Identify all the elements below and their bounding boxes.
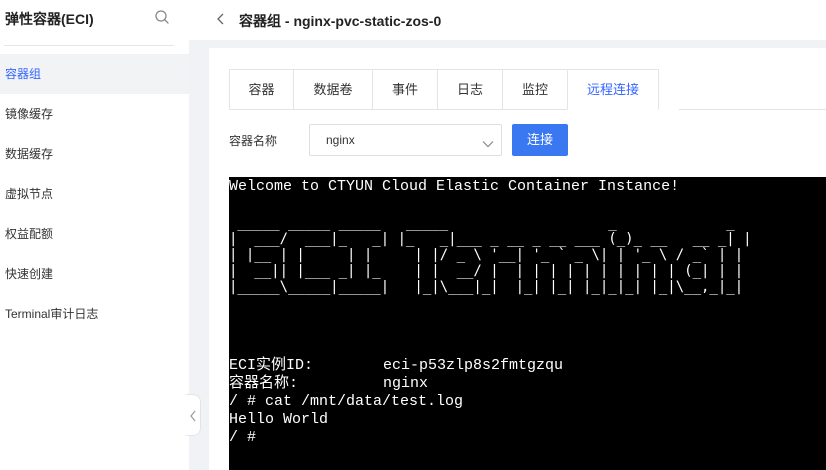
sidebar-item-virtual-node[interactable]: 虚拟节点 [0,174,189,214]
sidebar-nav: 容器组 镜像缓存 数据缓存 虚拟节点 权益配额 快速创建 Terminal审计日… [0,54,189,334]
sidebar-title: 弹性容器(ECI) [5,11,94,27]
tab-logs[interactable]: 日志 [437,69,502,110]
sidebar-item-data-cache[interactable]: 数据缓存 [0,134,189,174]
sidebar-item-terminal-audit-log[interactable]: Terminal审计日志 [0,294,189,334]
page-title: 容器组 - nginx-pvc-static-zos-0 [239,13,442,29]
connect-button[interactable]: 连接 [512,124,568,156]
container-select-value: nginx [326,133,355,147]
sidebar-header: 弹性容器(ECI) [0,0,189,46]
terminal-prompt: / # [229,429,257,446]
main-content: 容器组 - nginx-pvc-static-zos-0 容器 数据卷 事件 日… [189,0,826,470]
sidebar-item-container-group[interactable]: 容器组 [0,54,189,94]
terminal-name-label: 容器名称: [229,375,299,392]
page-header: 容器组 - nginx-pvc-static-zos-0 [189,0,826,40]
terminal-id-value: eci-p53zlp8s2fmtgzqu [383,357,564,374]
terminal-command: / # cat /mnt/data/test.log [229,393,464,410]
container-select[interactable]: nginx [309,124,502,156]
terminal-banner: _____ _____ _____ _____ _ _ | ___/ ___|_… [229,215,752,295]
terminal-id-line: ECI实例ID: eci-p53zlp8s2fmtgzqu [229,357,563,375]
terminal-name-line: 容器名称: nginx [229,375,428,393]
container-name-label: 容器名称 [229,134,278,148]
tab-remote-connection[interactable]: 远程连接 [567,69,659,110]
chevron-left-icon[interactable] [216,12,226,26]
tab-containers[interactable]: 容器 [229,69,293,110]
terminal-output: Hello World [229,411,329,428]
terminal-welcome: Welcome to CTYUN Cloud Elastic Container… [229,178,680,195]
tab-events[interactable]: 事件 [372,69,437,110]
terminal[interactable]: Welcome to CTYUN Cloud Elastic Container… [229,177,826,470]
tab-bar: 容器 数据卷 事件 日志 监控 远程连接 [229,69,659,110]
detail-card: 容器 数据卷 事件 日志 监控 远程连接 容器名称 nginx 连接 Welco… [209,48,826,470]
tab-monitoring[interactable]: 监控 [502,69,567,110]
tab-bar-divider [679,109,826,110]
chevron-down-icon [482,136,494,151]
sidebar: 弹性容器(ECI) 容器组 镜像缓存 数据缓存 虚拟节点 权益配额 快速创建 T… [0,0,189,470]
tab-volumes[interactable]: 数据卷 [293,69,372,110]
sidebar-divider [4,45,174,46]
terminal-name-value: nginx [383,375,429,392]
chevron-left-icon [190,410,196,422]
sidebar-item-quota[interactable]: 权益配额 [0,214,189,254]
sidebar-item-quick-create[interactable]: 快速创建 [0,254,189,294]
search-icon[interactable] [154,9,170,25]
terminal-id-label: ECI实例ID: [229,357,314,374]
sidebar-item-image-cache[interactable]: 镜像缓存 [0,94,189,134]
sidebar-collapse-handle[interactable] [186,394,201,436]
